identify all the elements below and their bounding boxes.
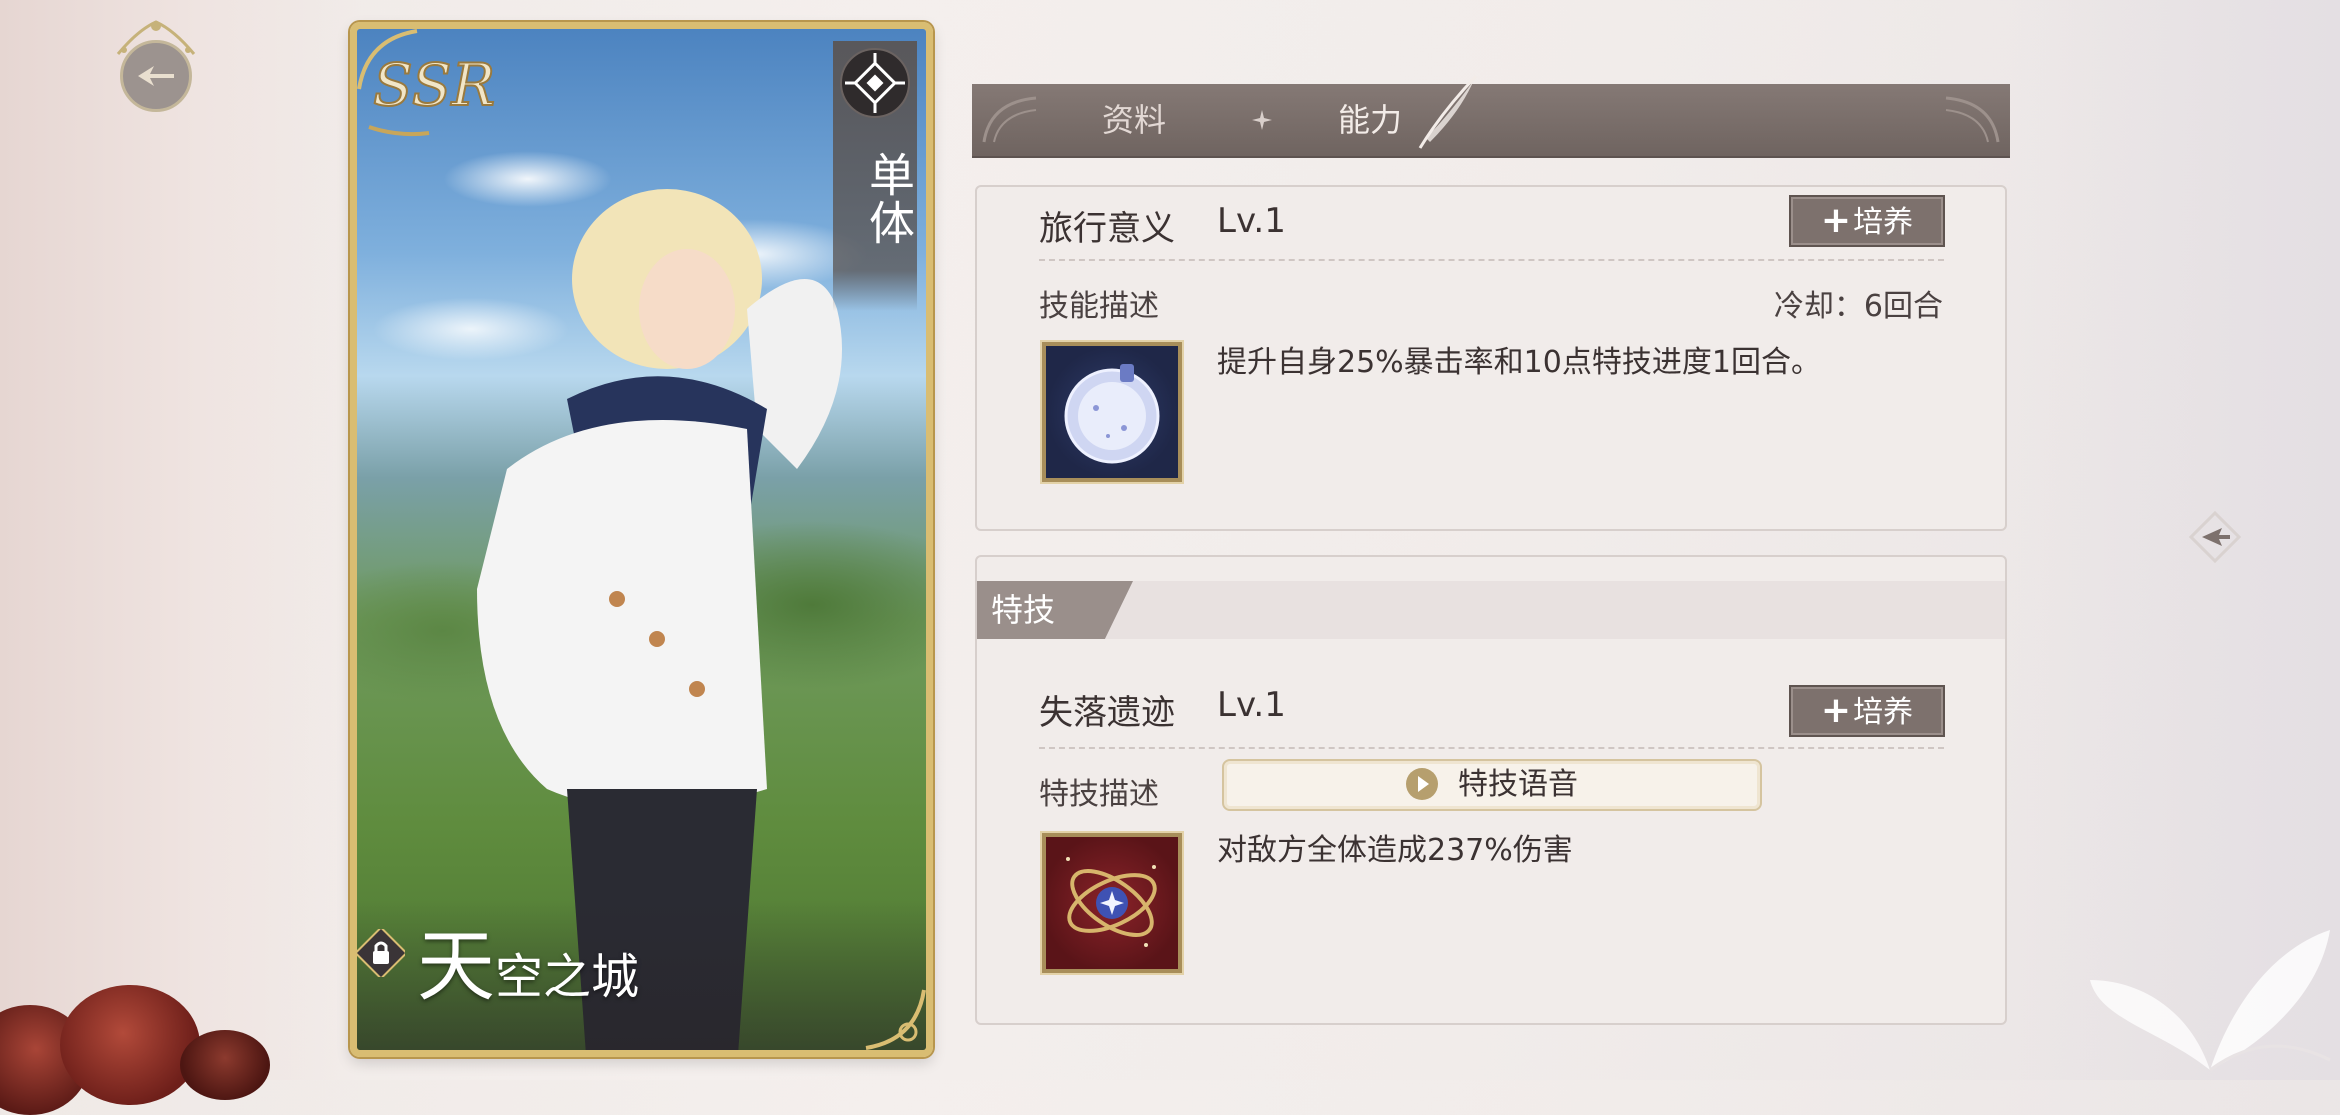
skill-name: 旅行意义: [1039, 209, 1175, 249]
armillary-sphere-icon: [1042, 833, 1182, 973]
special-description: 对敌方全体造成237%伤害: [1217, 833, 1573, 868]
skill-desc-label: 技能描述: [1039, 289, 1159, 324]
crystal-orb-icon: [1042, 342, 1182, 482]
skill-level: Lv.1: [1217, 201, 1286, 241]
rose-decoration: [180, 1030, 270, 1100]
skill-cooldown: 冷却：6回合: [1773, 289, 1943, 324]
back-arrow-icon: [138, 66, 174, 86]
tab-abilities[interactable]: 能力: [1338, 84, 1402, 156]
rose-decoration: [60, 985, 200, 1105]
background-left: [0, 0, 360, 1080]
special-section-band: [977, 581, 2005, 639]
skill-type-label: 单体: [862, 151, 916, 247]
butterfly-decoration: [2090, 930, 2331, 1072]
quill-icon: [1418, 74, 1478, 149]
card-name: 天空之城: [417, 927, 639, 1017]
target-emblem-icon: [840, 48, 910, 118]
skill-description: 提升自身25%暴击率和10点特技进度1回合。: [1217, 345, 1821, 380]
special-voice-label: 特技语音: [1458, 767, 1578, 802]
card-corner-ornament: [357, 29, 418, 90]
lock-icon[interactable]: [357, 929, 405, 977]
card-corner-ornament: [865, 989, 926, 1050]
back-button[interactable]: [108, 20, 204, 116]
special-name: 失落遗迹: [1039, 693, 1175, 733]
skill-panel: 旅行意义 Lv.1 +培养 技能描述 冷却：6回合 提升自身25%暴击率和10点…: [975, 185, 2007, 531]
tab-separator-star-icon: [1252, 110, 1272, 130]
next-arrow-icon[interactable]: [2186, 508, 2244, 566]
tab-profile[interactable]: 资料: [1102, 84, 1166, 156]
background-right: [2010, 0, 2340, 1080]
skill-train-button[interactable]: +培养: [1789, 195, 1945, 247]
card-name-first-char: 天: [417, 922, 496, 1012]
crystal-orb-art: [1064, 364, 1160, 464]
special-desc-label: 特技描述: [1039, 777, 1159, 812]
special-divider: [1039, 747, 1944, 749]
special-train-button[interactable]: +培养: [1789, 685, 1945, 737]
armillary-sphere-art: [1066, 857, 1157, 947]
skill-divider: [1039, 259, 1944, 261]
special-panel: 特技 失落遗迹 Lv.1 +培养 特技描述 特技语音 对敌方全体造成237%伤害: [975, 555, 2007, 1025]
skill-type-banner: 单体: [833, 41, 917, 311]
tab-bar-ornament: [982, 96, 1037, 143]
special-voice-button[interactable]: 特技语音: [1222, 759, 1762, 811]
plus-icon: +: [1820, 200, 1852, 241]
tab-bar: 资料 能力: [972, 74, 2010, 158]
tab-bar-ornament: [1945, 96, 2000, 143]
special-level: Lv.1: [1217, 685, 1286, 725]
plus-icon: +: [1820, 690, 1852, 731]
character-card[interactable]: SSR 单体 天空之城: [350, 22, 933, 1057]
play-icon: [1406, 767, 1438, 800]
card-name-rest: 空之城: [495, 949, 640, 1005]
special-train-label: 培养: [1853, 695, 1914, 730]
skill-train-label: 培养: [1853, 205, 1914, 240]
